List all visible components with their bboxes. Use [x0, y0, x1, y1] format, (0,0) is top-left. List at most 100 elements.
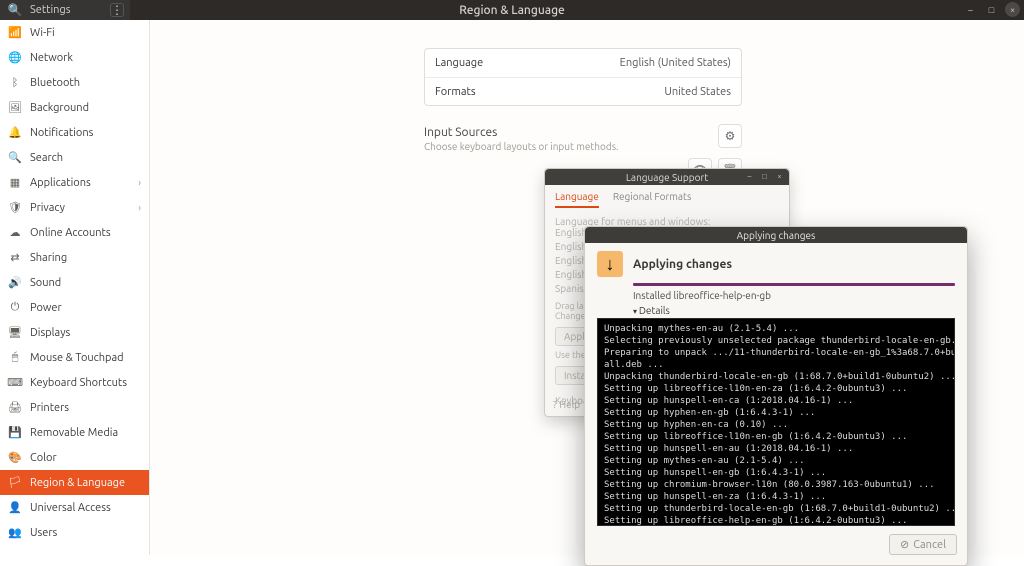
- sidebar-item-mouse-touchpad[interactable]: 🖱 Mouse & Touchpad: [0, 345, 149, 370]
- mouse-touchpad-icon: 🖱: [8, 351, 22, 364]
- network-icon: 🌐: [8, 51, 22, 64]
- sidebar-item-label: Privacy: [30, 202, 65, 214]
- ls-maximize-icon[interactable]: □: [759, 171, 770, 182]
- removable-media-icon: 💾: [8, 426, 22, 439]
- sidebar-item-keyboard-shortcuts[interactable]: ⌨ Keyboard Shortcuts: [0, 370, 149, 395]
- sidebar-item-label: Region & Language: [30, 477, 125, 489]
- search-icon[interactable]: 🔍: [6, 1, 24, 19]
- sidebar-item-label: Background: [30, 102, 89, 114]
- sidebar-item-color[interactable]: 🎨 Color: [0, 445, 149, 470]
- language-key: Language: [435, 57, 483, 69]
- displays-icon: 🖥: [8, 326, 22, 339]
- sidebar-item-label: Power: [30, 302, 62, 314]
- sidebar-item-applications[interactable]: ▦ Applications ›: [0, 170, 149, 195]
- details-expander[interactable]: Details: [633, 305, 955, 316]
- chevron-right-icon: ›: [138, 177, 141, 188]
- notifications-icon: 🔔: [8, 126, 22, 139]
- language-value: English (United States): [620, 57, 731, 69]
- input-sources-title: Input Sources: [424, 126, 742, 139]
- input-sources-settings-button[interactable]: ⚙: [718, 124, 742, 148]
- printers-icon: 🖨: [8, 401, 22, 414]
- online-accounts-icon: ☁: [8, 226, 22, 239]
- sound-icon: 🔊: [8, 276, 22, 289]
- cancel-button[interactable]: ⊘ Cancel: [889, 534, 957, 555]
- sidebar-item-background[interactable]: 🖼 Background: [0, 95, 149, 120]
- sidebar-item-bluetooth[interactable]: ᛒ Bluetooth: [0, 70, 149, 95]
- input-sources-sub: Choose keyboard layouts or input methods…: [424, 141, 742, 152]
- wi-fi-icon: 📶: [8, 26, 22, 39]
- background-icon: 🖼: [8, 101, 22, 114]
- sidebar-item-label: Displays: [30, 327, 70, 339]
- sidebar-item-label: Bluetooth: [30, 77, 80, 89]
- sidebar-item-sharing[interactable]: ⇄ Sharing: [0, 245, 149, 270]
- menu-icon[interactable]: ⋮: [110, 3, 124, 17]
- help-button[interactable]: ? Help: [553, 399, 580, 410]
- page-title: Region & Language: [0, 4, 1024, 17]
- sidebar-item-label: Sharing: [30, 252, 67, 264]
- sidebar-item-label: Sound: [30, 277, 61, 289]
- sidebar-item-label: Network: [30, 52, 73, 64]
- titlebar: 🔍 Settings ⋮ Region & Language – □ ×: [0, 0, 1024, 20]
- download-icon: ↓: [597, 251, 623, 277]
- sidebar-item-region-language[interactable]: 🏳 Region & Language: [0, 470, 149, 495]
- sidebar-item-label: Printers: [30, 402, 69, 414]
- tab-language[interactable]: Language: [555, 191, 599, 208]
- sidebar-item-label: Mouse & Touchpad: [30, 352, 124, 364]
- formats-value: United States: [664, 86, 731, 98]
- ls-close-icon[interactable]: ×: [774, 171, 785, 182]
- window-maximize-icon[interactable]: □: [984, 2, 999, 17]
- language-formats-box: Language English (United States) Formats…: [424, 48, 742, 106]
- sidebar-item-label: Wi-Fi: [30, 27, 55, 39]
- settings-sidebar: 📶 Wi-Fi 🌐 Network ᛒ Bluetooth 🖼 Background 🔔Noti…: [0, 20, 150, 555]
- chevron-right-icon: ›: [138, 202, 141, 213]
- tab-regional-formats[interactable]: Regional Formats: [613, 191, 691, 208]
- search-icon: 🔍: [8, 151, 22, 164]
- sharing-icon: ⇄: [8, 251, 22, 264]
- cancel-icon: ⊘: [900, 538, 909, 551]
- gear-icon: ⚙: [725, 129, 736, 143]
- keyboard-shortcuts-icon: ⌨: [8, 376, 22, 389]
- language-row[interactable]: Language English (United States): [425, 49, 741, 77]
- sidebar-item-privacy[interactable]: 🛡 Privacy ›: [0, 195, 149, 220]
- progress-bar: [633, 283, 955, 286]
- sidebar-item-online-accounts[interactable]: ☁ Online Accounts: [0, 220, 149, 245]
- input-sources-header: Input Sources Choose keyboard layouts or…: [424, 126, 742, 152]
- privacy-icon: 🛡: [8, 201, 22, 214]
- sidebar-item-search[interactable]: 🔍 Search: [0, 145, 149, 170]
- sidebar-item-sound[interactable]: 🔊 Sound: [0, 270, 149, 295]
- sidebar-item-notifications[interactable]: 🔔Notifications: [0, 120, 149, 145]
- content-area: Language English (United States) Formats…: [150, 20, 1024, 555]
- sidebar-item-label: Removable Media: [30, 427, 118, 439]
- color-icon: 🎨: [8, 451, 22, 464]
- sidebar-item-wi-fi[interactable]: 📶 Wi-Fi: [0, 20, 149, 45]
- sidebar-item-removable-media[interactable]: 💾 Removable Media: [0, 420, 149, 445]
- install-status: Installed libreoffice-help-en-gb: [633, 290, 955, 301]
- applying-changes-dialog: Applying changes ↓ Applying changes Inst…: [584, 226, 968, 566]
- sidebar-item-label: Color: [30, 452, 57, 464]
- bluetooth-icon: ᛒ: [8, 77, 22, 89]
- ls-minimize-icon[interactable]: –: [744, 171, 755, 182]
- universal-access-icon: 👤: [8, 501, 22, 514]
- terminal-output: Unpacking mythes-en-au (2.1-5.4) ... Sel…: [597, 318, 955, 526]
- sidebar-item-label: Applications: [30, 177, 91, 189]
- region-language-icon: 🏳: [8, 476, 22, 489]
- applications-icon: ▦: [8, 176, 22, 189]
- power-icon: ⏻: [8, 301, 22, 314]
- window-minimize-icon[interactable]: –: [963, 2, 978, 17]
- sidebar-item-users[interactable]: 👥 Users: [0, 520, 149, 545]
- sidebar-item-network[interactable]: 🌐 Network: [0, 45, 149, 70]
- users-icon: 👥: [8, 526, 22, 539]
- sidebar-item-printers[interactable]: 🖨 Printers: [0, 395, 149, 420]
- sidebar-item-label: Online Accounts: [30, 227, 111, 239]
- window-close-icon[interactable]: ×: [1005, 2, 1020, 17]
- sidebar-item-label: Search: [30, 152, 63, 164]
- language-support-header: Language Support – □ ×: [545, 169, 789, 185]
- sidebar-item-universal-access[interactable]: 👤Universal Access: [0, 495, 149, 520]
- app-title: Settings: [30, 4, 71, 16]
- applying-changes-header: Applying changes: [585, 227, 967, 243]
- sidebar-item-label: Keyboard Shortcuts: [30, 377, 127, 389]
- sidebar-item-label: Users: [30, 527, 57, 539]
- formats-row[interactable]: Formats United States: [425, 77, 741, 105]
- sidebar-item-power[interactable]: ⏻ Power: [0, 295, 149, 320]
- sidebar-item-displays[interactable]: 🖥 Displays: [0, 320, 149, 345]
